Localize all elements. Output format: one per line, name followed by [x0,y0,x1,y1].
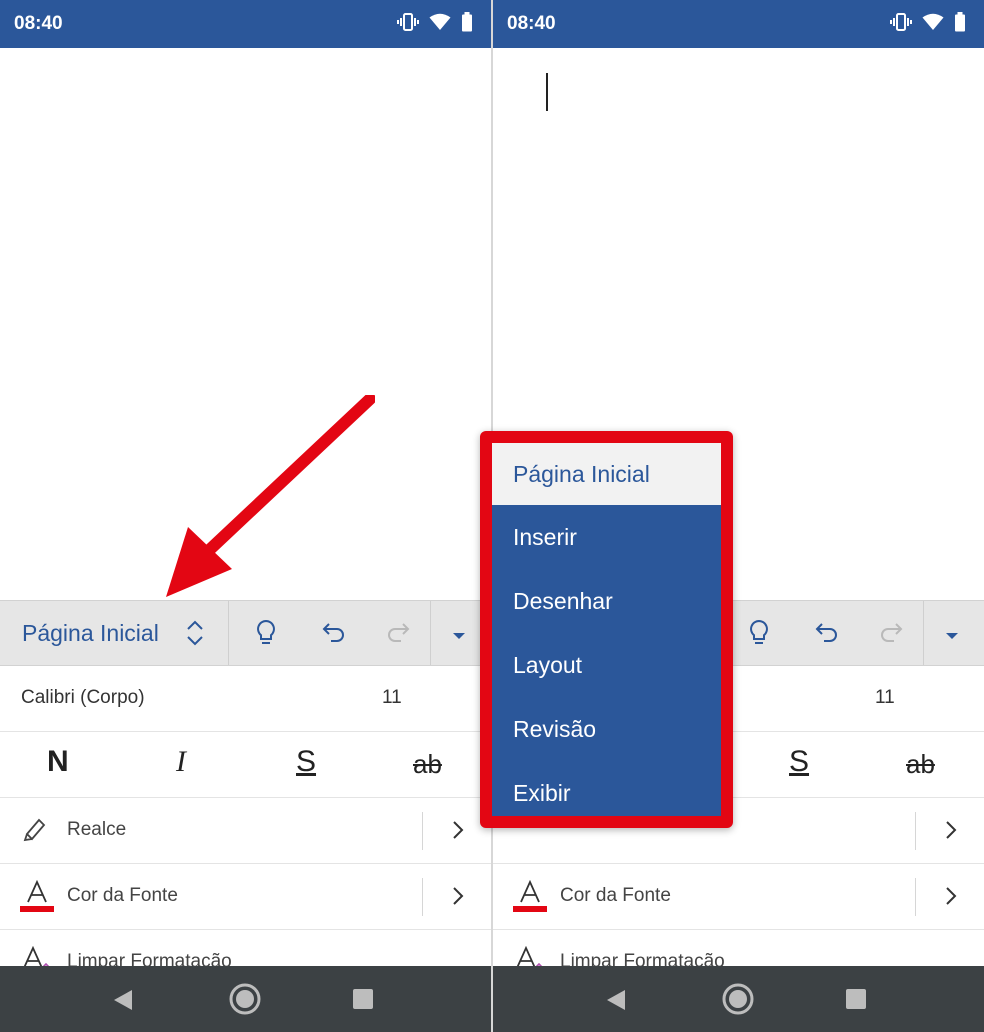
redo-icon[interactable] [385,619,413,652]
undo-icon[interactable] [812,619,840,652]
lightbulb-icon[interactable] [747,619,771,652]
status-time: 08:40 [507,13,556,34]
font-color-icon [513,879,547,919]
ribbon-bar: Página Inicial [0,600,491,666]
android-nav-bar [0,966,491,1032]
vibrate-icon [890,12,912,32]
strikethrough-button[interactable]: ab [906,749,935,780]
bold-button[interactable]: N [47,745,69,779]
font-size-select[interactable]: 11 [382,687,402,709]
status-time: 08:40 [14,13,63,34]
menu-item-desenhar[interactable]: Desenhar [492,569,721,633]
highlight-label: Realce [67,819,127,840]
android-nav-bar [493,966,984,1032]
recent-apps-icon[interactable] [846,989,866,1009]
home-icon[interactable] [721,982,755,1021]
chevron-right-icon[interactable] [945,820,957,845]
italic-button[interactable]: I [176,745,186,779]
vibrate-icon [397,12,419,32]
undo-icon[interactable] [319,619,347,652]
font-size-select[interactable]: 11 [875,687,895,709]
lightbulb-icon[interactable] [254,619,278,652]
more-dropdown-icon[interactable] [945,628,959,646]
more-dropdown-icon[interactable] [452,628,466,646]
row-separator [422,878,423,916]
row-separator [915,812,916,850]
format-row: N I S ab [0,732,491,798]
recent-apps-icon[interactable] [353,989,373,1009]
menu-item-exibir[interactable]: Exibir [492,761,721,816]
status-bar: 08:40 [0,0,491,48]
chevron-right-icon[interactable] [452,886,464,911]
font-color-icon [20,879,54,919]
battery-icon [954,12,966,32]
menu-item-layout[interactable]: Layout [492,633,721,697]
underline-button[interactable]: S [296,745,316,779]
font-color-row[interactable]: Cor da Fonte [493,864,984,930]
highlighter-icon [20,814,50,849]
home-icon[interactable] [228,982,262,1021]
menu-highlight-frame: Página Inicial Inserir Desenhar Layout R… [480,431,733,828]
status-bar: 08:40 [493,0,984,48]
back-icon[interactable] [112,988,134,1017]
red-arrow-annotation [166,395,375,597]
back-icon[interactable] [605,988,627,1017]
font-color-row[interactable]: Cor da Fonte [0,864,491,930]
ribbon-tab-selector[interactable]: Página Inicial [0,601,228,665]
menu-item-pagina-inicial[interactable]: Página Inicial [492,443,721,505]
menu-item-inserir[interactable]: Inserir [492,505,721,569]
battery-icon [461,12,473,32]
chevron-right-icon[interactable] [452,820,464,845]
wifi-icon [429,13,451,31]
chevron-right-icon[interactable] [945,886,957,911]
highlight-row[interactable]: Realce [0,798,491,864]
row-separator [915,878,916,916]
strikethrough-button[interactable]: ab [413,749,442,780]
font-color-label: Cor da Fonte [560,885,671,906]
font-name-select[interactable]: Calibri (Corpo) [21,687,145,709]
text-cursor [546,73,548,111]
chevron-up-down-icon [184,619,206,652]
underline-button[interactable]: S [789,745,809,779]
menu-item-revisao[interactable]: Revisão [492,697,721,761]
row-separator [422,812,423,850]
ribbon-separator [228,601,229,665]
left-screenshot: 08:40 Página Inicial Calibri (Corpo) 11 … [0,0,491,1032]
ribbon-separator [923,601,924,665]
font-row: Calibri (Corpo) 11 [0,666,491,732]
redo-icon[interactable] [878,619,906,652]
ribbon-separator [430,601,431,665]
ribbon-tab-menu: Página Inicial Inserir Desenhar Layout R… [492,443,721,816]
wifi-icon [922,13,944,31]
font-color-label: Cor da Fonte [67,885,178,906]
ribbon-tab-label: Página Inicial [22,619,159,646]
